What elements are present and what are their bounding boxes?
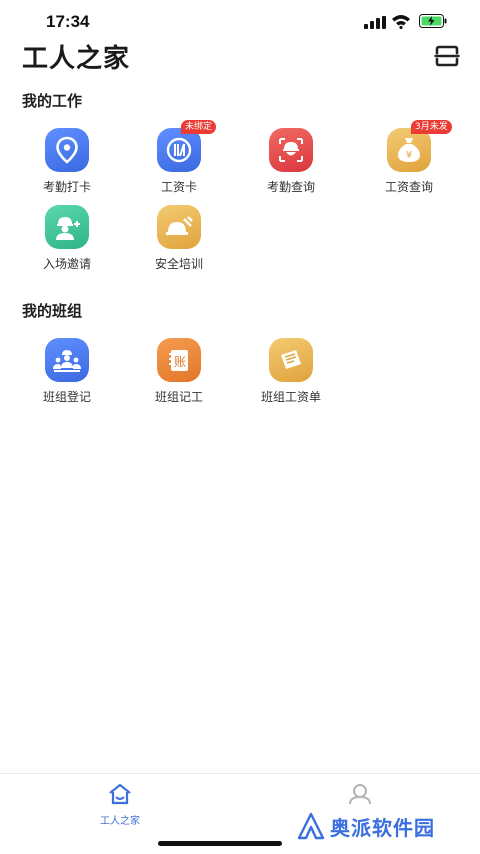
section-title-my-work: 我的工作	[22, 92, 83, 110]
profile-icon	[349, 784, 371, 805]
location-pin-icon	[45, 128, 89, 172]
battery-charging-icon	[419, 14, 447, 28]
tile-team-register[interactable]: 班组登记	[21, 338, 113, 408]
tile-label: 工资查询	[384, 180, 433, 194]
payroll-sheet-icon	[269, 338, 313, 382]
tile-label: 入场邀请	[42, 257, 91, 271]
tile-label: 考勤打卡	[42, 180, 91, 194]
watermark-text: 奥派软件园	[330, 815, 435, 840]
section-title-my-team: 我的班组	[22, 302, 83, 320]
page-title: 工人之家	[22, 44, 131, 74]
tile-team-worklog[interactable]: 账 班组记工	[133, 338, 225, 408]
hardhat-face-icon	[269, 128, 313, 172]
home-indicator	[158, 841, 282, 846]
scan-icon[interactable]	[434, 44, 460, 68]
cellular-signal-icon	[364, 16, 386, 29]
wifi-icon	[392, 15, 410, 29]
svg-text:¥: ¥	[406, 150, 412, 161]
ledger-book-icon: 账	[157, 338, 201, 382]
tile-label: 安全培训	[154, 257, 203, 271]
badge-unbound: 未绑定	[181, 120, 217, 134]
tab-label: 工人之家	[100, 816, 140, 827]
tile-label: 班组工资单	[260, 390, 321, 404]
tile-label: 考勤查询	[266, 180, 315, 194]
bank-card-icon	[157, 128, 201, 172]
tab-profile[interactable]	[315, 782, 405, 812]
tile-attendance-checkin[interactable]: 考勤打卡	[21, 128, 113, 198]
tile-entry-invite[interactable]: 入场邀请	[21, 205, 113, 275]
tile-label: 工资卡	[160, 180, 197, 194]
watermark-logo-icon	[297, 812, 325, 840]
watermark: 奥派软件园	[296, 811, 435, 841]
tile-salary-card[interactable]: 未绑定 工资卡	[133, 120, 225, 198]
tile-team-payroll[interactable]: 班组工资单	[245, 338, 337, 408]
tile-label: 班组记工	[154, 390, 203, 404]
worker-invite-icon	[45, 205, 89, 249]
tile-label: 班组登记	[42, 390, 91, 404]
svg-text:账: 账	[174, 355, 186, 369]
team-group-icon	[45, 338, 89, 382]
tile-attendance-query[interactable]: 考勤查询	[245, 128, 337, 198]
money-bag-icon: ¥	[387, 128, 431, 172]
home-icon	[109, 783, 131, 805]
helmet-tools-icon	[157, 205, 201, 249]
tile-salary-query[interactable]: ¥ 3月未发 工资查询	[363, 120, 455, 198]
tile-safety-training[interactable]: 安全培训	[133, 205, 225, 275]
tab-home[interactable]: 工人之家	[75, 782, 165, 827]
badge-march-unpaid: 3月未发	[411, 120, 452, 134]
status-time: 17:34	[46, 12, 90, 31]
